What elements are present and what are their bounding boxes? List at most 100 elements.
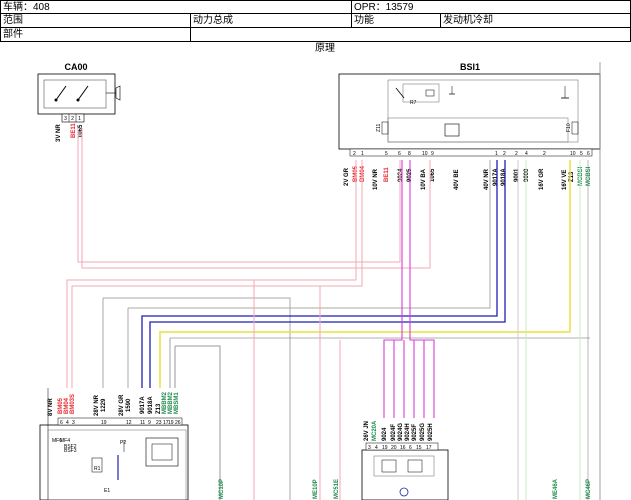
bl-pin: 9: [148, 420, 151, 426]
bsi1-relay-label: R7: [410, 100, 417, 106]
bsi1-wire-9000: 9000: [524, 168, 530, 182]
bl-wire-9017a: 9017A: [140, 396, 146, 414]
br-pin: 20: [391, 445, 397, 451]
br-pin: 4: [375, 445, 378, 451]
bottom-left-ecu: [145, 437, 179, 467]
bsi1-fuse-f10-label: F10: [566, 123, 572, 132]
br-wire-9025h: 9025H: [428, 423, 434, 441]
bsi1-conn-10vnr: 10V NR: [373, 168, 379, 190]
br-wire-9024h: 9024H: [405, 423, 411, 441]
ca00-connector-label: 3V NR: [56, 124, 62, 142]
bsi1-wire-mcbsi: MCBSI: [578, 166, 584, 186]
bl-pin: 4: [66, 420, 69, 426]
bottom-right-chip-1: [381, 459, 397, 473]
bsi1-wire-9018a: 9018A: [501, 168, 507, 186]
bsi1-wire-be11: BE11: [384, 167, 390, 182]
bsi1-wire-mcbsi-2: MCBSI: [586, 166, 592, 186]
bsi1-pin: 2: [515, 151, 518, 157]
bsi1-pin: 10: [570, 151, 576, 157]
bl-pin: 23: [156, 420, 162, 426]
bottom-right-chip-2: [407, 459, 423, 473]
temperature-sensor-icon: [399, 487, 409, 497]
bsi1-conn-2vgr: 2V GR: [344, 167, 350, 186]
bsi1-pin: 1: [361, 151, 364, 157]
br-pin: 3: [368, 445, 371, 451]
ca00-switch-frame: [43, 79, 107, 109]
bsi1-wire-9001: 9001: [514, 168, 520, 182]
bsi1-pin: 6: [587, 151, 590, 157]
br-wire-9025f: 9025F: [412, 424, 418, 441]
bl-conn-28vnr: 28V NR: [94, 394, 100, 416]
bsi1-wire-bm04: BM04: [360, 165, 366, 182]
bottom-label-mc51e: MC51E: [334, 479, 340, 499]
bottom-label-mc10p: MC10P: [219, 479, 225, 499]
br-pin: 17: [426, 445, 432, 451]
br-conn-26vjn: 26V JN: [364, 421, 370, 441]
bsi1-wire-9017a: 9017A: [493, 168, 499, 186]
bottom-label-mc46p: MC46P: [586, 479, 592, 499]
bl-pin: 26: [175, 420, 181, 426]
br-wire-9024g: 9024G: [398, 423, 404, 441]
bsi1-conn-40vbe: 40V BE: [454, 169, 460, 190]
bsi1-conn-40vnr: 40V NR: [484, 168, 490, 190]
bsi1-fuse-z11: [381, 121, 389, 135]
br-wire-9024: 9024: [382, 427, 388, 441]
bsi1-pin: 1: [495, 151, 498, 157]
bsi1-pin: 2: [543, 151, 546, 157]
bottom-right-module: [361, 449, 449, 500]
bl-wire-bm03s: BM03S: [70, 394, 76, 414]
bsi1-inner-frame: [387, 79, 579, 143]
principle-title: 原理: [315, 42, 335, 54]
bl-internal-bsf3: BSF3: [64, 448, 77, 454]
ca00-pin-1: 1: [78, 116, 81, 122]
bl-pin: 6: [60, 420, 63, 426]
ca00-pin-2: 2: [71, 116, 74, 122]
bsi1-conn-10vba: 10V BA: [421, 168, 427, 190]
bl-wire-9018a: 9018A: [148, 396, 154, 414]
ca00-wire-1065: 1065: [78, 124, 84, 138]
bottom-label-me46a: ME46A: [553, 478, 559, 499]
ground-icon: [115, 85, 121, 101]
bsi1-fuse-z11-label: Z11: [376, 124, 382, 132]
bl-internal-e1: E1: [104, 488, 110, 494]
ca00-pin-3: 3: [64, 116, 67, 122]
bl-conn-8vnr: 8V NR: [48, 398, 54, 416]
bsi1-pin: 10: [422, 151, 428, 157]
bl-internal-p2: P2: [120, 440, 126, 446]
bsi1-conn-16vgr: 16V GR: [539, 168, 545, 190]
bsi1-pin: 4: [525, 151, 528, 157]
bsi1-wire-9024: 9024: [398, 168, 404, 182]
bsi1-conn-16vve: 16V VE: [562, 170, 568, 190]
bsi1-pin: 6: [398, 151, 401, 157]
wires: [47, 62, 601, 500]
bsi1-pin: 9: [431, 151, 434, 157]
bl-pin: 19: [101, 420, 107, 426]
bl-wire-1229: 1229: [101, 398, 107, 412]
bl-pin: 19: [168, 420, 174, 426]
bsi1-pin: 5: [580, 151, 583, 157]
bsi1-wire-1065: 1065: [430, 168, 436, 182]
bsi1-pin: 5: [385, 151, 388, 157]
bl-conn-28vgr: 28V GR: [119, 394, 125, 416]
bottom-left-module: [39, 424, 189, 500]
bl-pin: 11: [140, 420, 145, 426]
br-pin: 6: [409, 445, 412, 451]
ca00-title: CA00: [64, 62, 87, 72]
bsi1-box: [338, 73, 601, 150]
br-wire-9024f: 9024F: [391, 424, 397, 441]
bl-pin: 12: [126, 420, 132, 426]
bsi1-chip: [444, 123, 460, 137]
bsi1-relay: [402, 83, 440, 103]
bsi1-fuse-f10: [571, 121, 579, 135]
ca00-switch-2: [77, 85, 89, 101]
bl-wire-mbsm1: MBSM1: [174, 392, 180, 414]
br-wire-mc20a: MC20A: [372, 420, 378, 441]
bsi1-pin: 2: [503, 151, 506, 157]
bsi1-pin: 2: [353, 151, 356, 157]
bsi1-pin: 8: [408, 151, 411, 157]
bl-wire-1590: 1590: [126, 398, 132, 412]
bsi1-title: BSI1: [460, 62, 480, 72]
bottom-label-me10p: ME10P: [313, 479, 319, 499]
wiring-diagram: 原理 CA00 3 2 1 3V NR BE11 1065 BSI1 R7 Z1…: [37, 42, 601, 500]
bl-internal-r1: R1: [94, 466, 101, 472]
